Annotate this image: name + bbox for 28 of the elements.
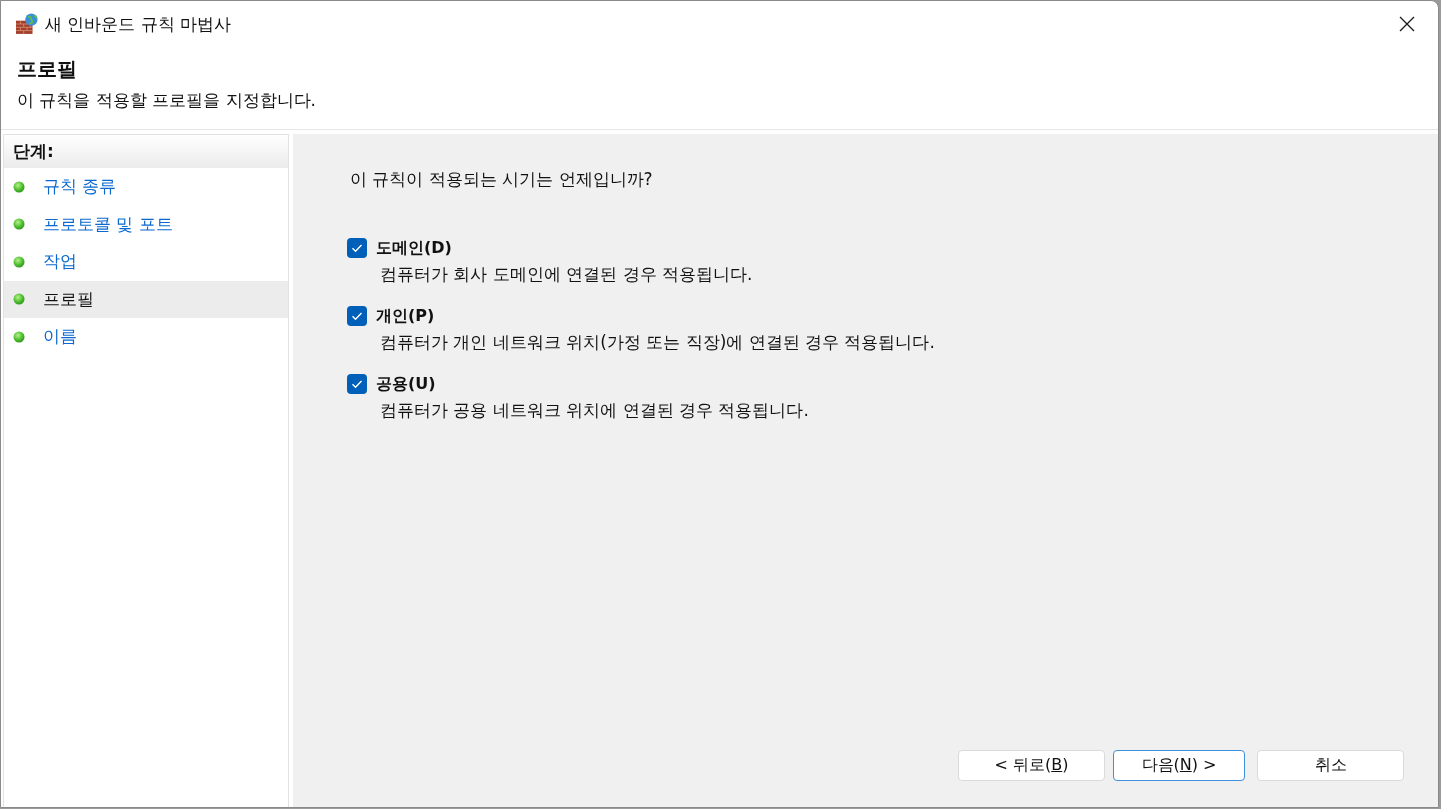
bullet-icon [13,218,25,231]
bullet-icon [13,180,25,193]
step-label: 프로토콜 및 포트 [43,212,173,236]
profile-description: 컴퓨터가 개인 네트워크 위치(가정 또는 직장)에 연결된 경우 적용됩니다. [380,331,936,354]
dialog-button[interactable]: 다음(N) > [1113,750,1245,781]
question-text: 이 규칙이 적용되는 시기는 언제입니까? [350,168,654,190]
profile-description: 컴퓨터가 공용 네트워크 위치에 연결된 경우 적용됩니다. [380,399,810,422]
checkbox[interactable] [347,238,367,258]
bullet-icon [13,293,25,306]
checkbox[interactable] [347,374,367,394]
bullet-icon [13,255,25,268]
dialog-button[interactable]: 취소 [1257,750,1404,781]
step-label: 프로필 [43,287,94,311]
brick-wall-globe-icon [16,13,38,35]
checkbox[interactable] [347,306,367,326]
page-subtitle: 이 규칙을 적용할 프로필을 지정합니다. [17,89,318,111]
bullet-icon [13,330,25,343]
page-title: 프로필 [17,56,78,83]
step-label: 작업 [43,250,77,274]
step-label: 이름 [43,325,77,349]
checkbox-label[interactable]: 도메인(D) [376,237,452,259]
profile-description: 컴퓨터가 회사 도메인에 연결된 경우 적용됩니다. [380,263,754,286]
step-label: 규칙 종류 [43,175,117,199]
checkbox-label[interactable]: 공용(U) [376,373,436,395]
checkbox-label[interactable]: 개인(P) [376,305,435,327]
window-title: 새 인바운드 규칙 마법사 [45,12,232,36]
close-icon [1399,16,1415,32]
dialog-button[interactable]: < 뒤로(B) [958,750,1105,781]
